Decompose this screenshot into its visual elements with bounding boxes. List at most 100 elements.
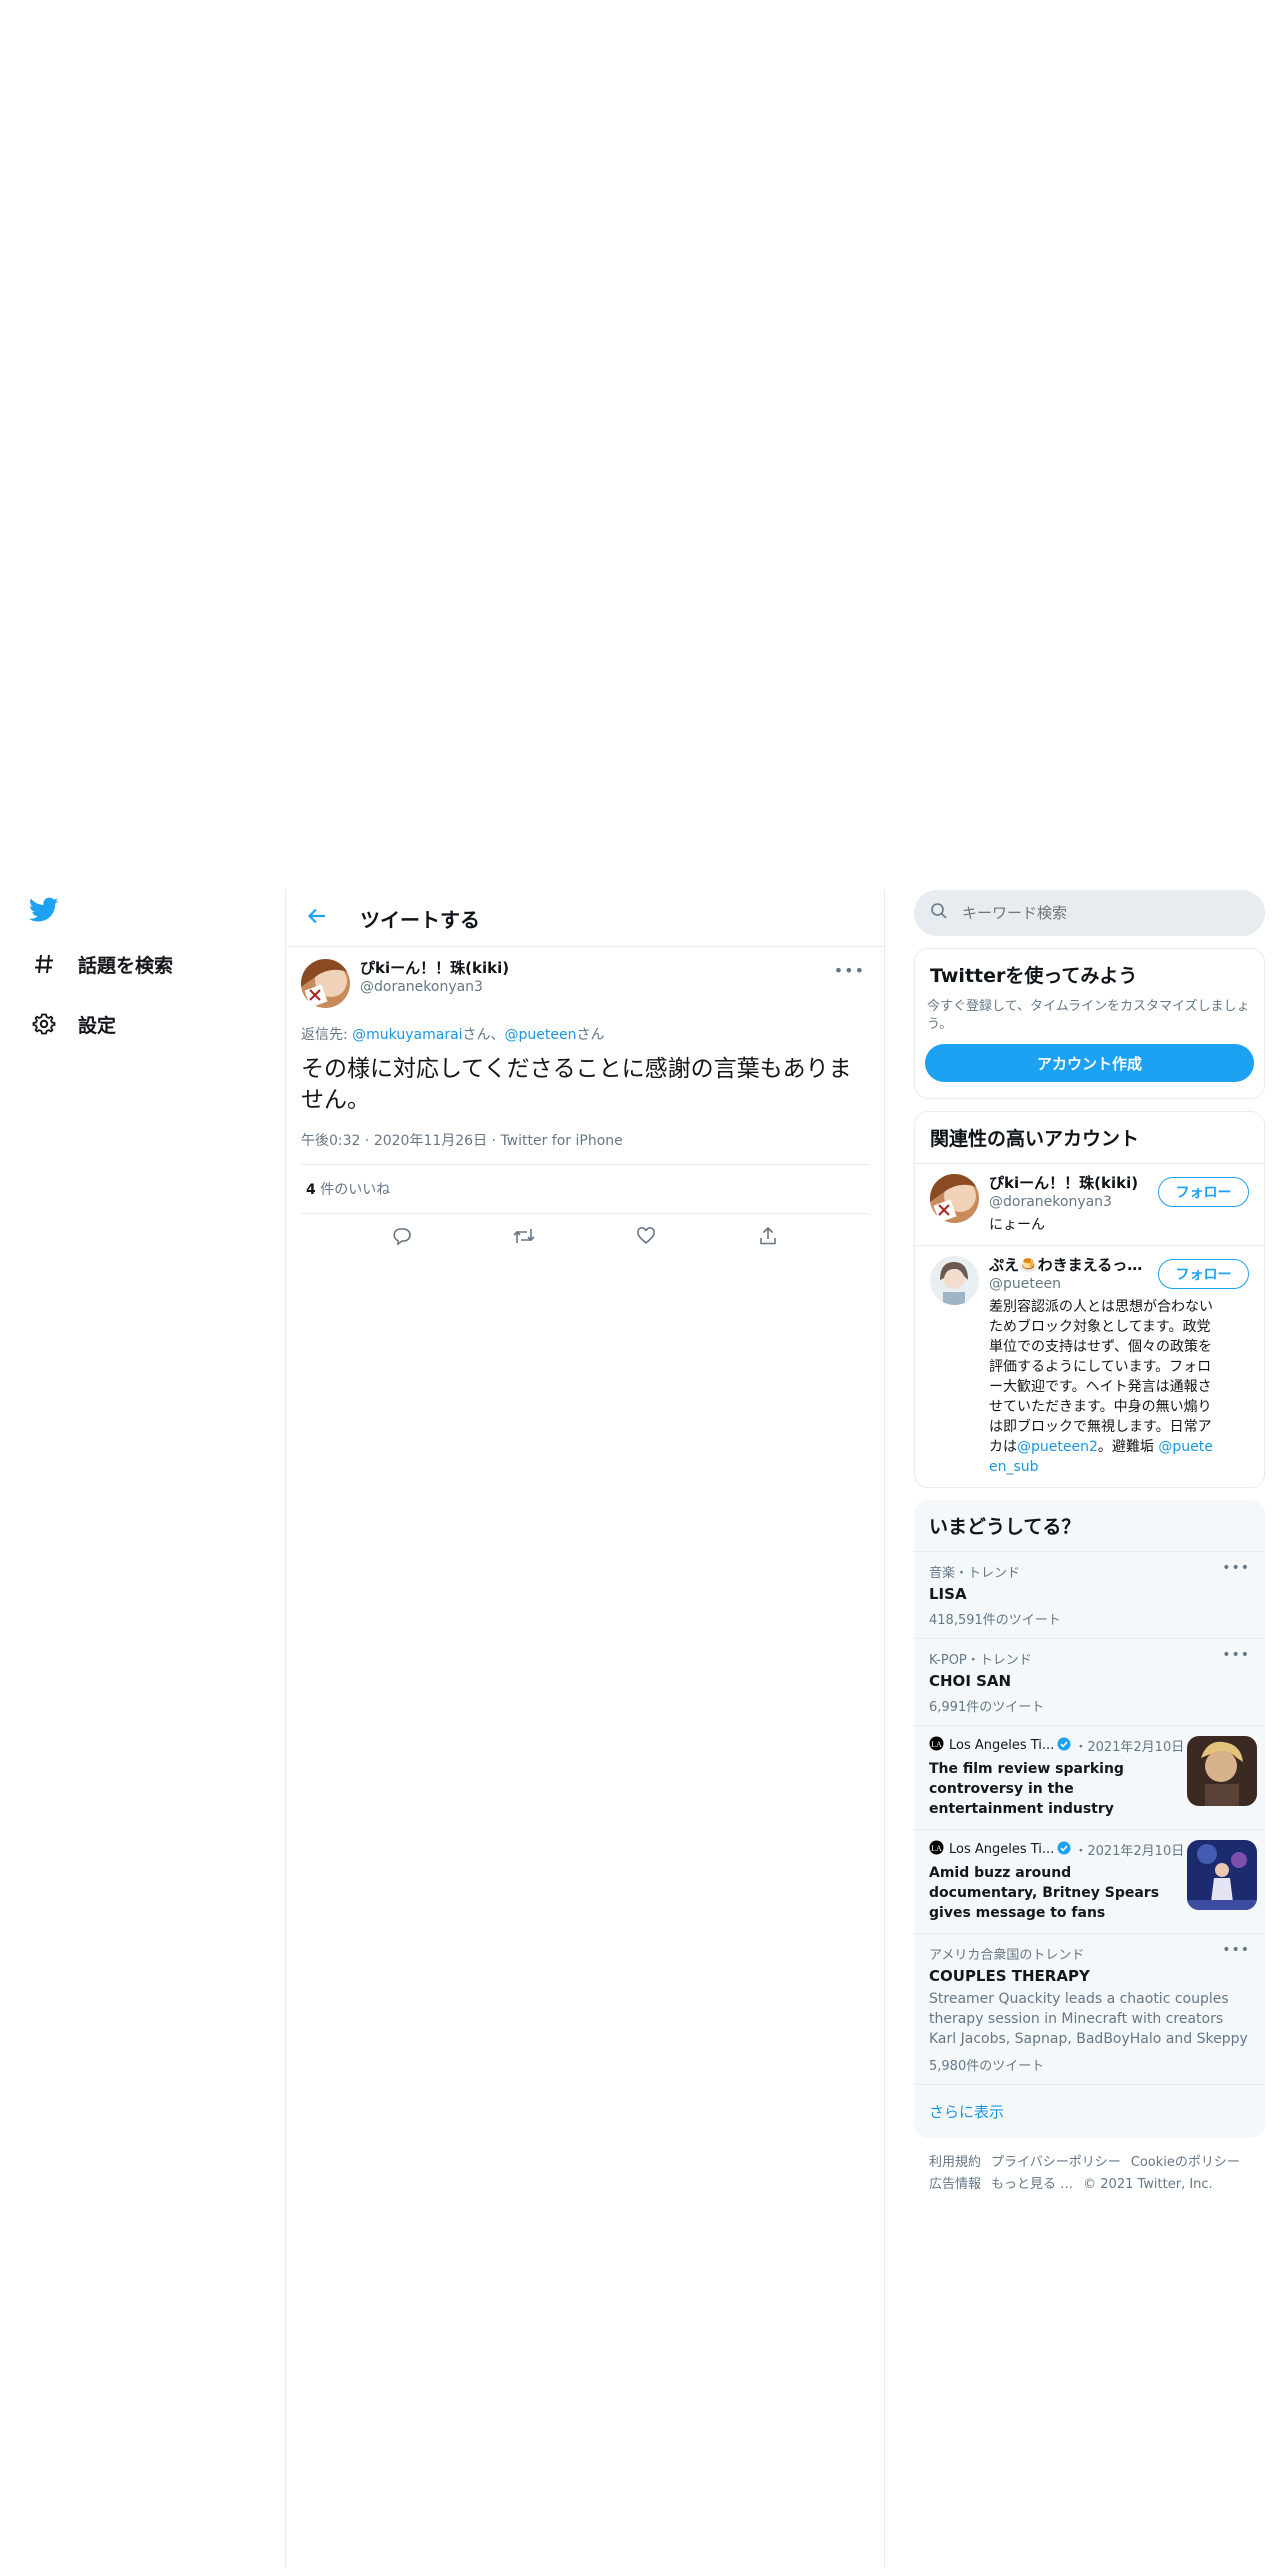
news-item[interactable]: LA Los Angeles Ti... ・2021年2月10日 The fil… xyxy=(914,1725,1265,1829)
reply-user-link[interactable]: @pueteen xyxy=(505,1027,577,1043)
reply-separator: さん、 xyxy=(462,1027,505,1043)
trend-context: 音楽・トレンド xyxy=(929,1566,1021,1581)
footer-copyright: © 2021 Twitter, Inc. xyxy=(1083,2177,1213,2192)
nav-settings-label: 設定 xyxy=(78,1014,117,1037)
footer: 利用規約 プライバシーポリシー Cookieのポリシー 広告情報 もっと見る … © 2… xyxy=(914,2138,1265,2210)
footer-cookie[interactable]: Cookieのポリシー xyxy=(1131,2155,1240,2170)
la-times-logo-icon: LA xyxy=(929,1736,944,1755)
trend-context: K-POP・トレンド xyxy=(929,1653,1032,1668)
more-icon[interactable]: ••• xyxy=(834,961,865,980)
tweet-meta: 午後0:32 · 2020年11月26日 · Twitter for iPhon… xyxy=(301,1130,869,1165)
avatar[interactable] xyxy=(930,1174,979,1223)
twitter-bird-icon xyxy=(28,894,60,926)
avatar[interactable] xyxy=(301,959,350,1008)
trend-name: COUPLES THERAPY xyxy=(929,1967,1090,1985)
nav-settings[interactable]: 設定 xyxy=(28,1004,116,1044)
nav-explore[interactable]: 話題を検索 xyxy=(28,944,173,984)
bio-link[interactable]: @pueteen2 xyxy=(1017,1439,1098,1455)
create-account-button[interactable]: アカウント作成 xyxy=(925,1044,1254,1082)
account-item[interactable]: ぴkiーん！！珠(kiki) @doranekonyan3 にょーん フォロー xyxy=(915,1163,1264,1245)
follow-button[interactable]: フォロー xyxy=(1158,1177,1249,1207)
like-button[interactable] xyxy=(628,1220,664,1256)
trend-item[interactable]: 音楽・トレンド LISA 418,591件のツイート ••• xyxy=(914,1551,1265,1638)
reply-icon xyxy=(392,1226,412,1250)
footer-ads[interactable]: 広告情報 xyxy=(929,2177,981,2192)
trend-count: 5,980件のツイート xyxy=(929,2059,1045,2074)
account-bio: にょーん xyxy=(989,1217,1045,1233)
share-button[interactable] xyxy=(750,1220,786,1256)
trend-item[interactable]: K-POP・トレンド CHOI SAN 6,991件のツイート ••• xyxy=(914,1638,1265,1725)
tweet-date[interactable]: 2020年11月26日 xyxy=(374,1133,487,1149)
search-icon xyxy=(930,902,948,924)
verified-icon xyxy=(1057,1737,1071,1755)
retweet-button[interactable] xyxy=(506,1220,542,1256)
tweet: ぴkiーん！！珠(kiki) @doranekonyan3 ••• 返信先: @… xyxy=(286,959,884,1262)
reply-context: 返信先: @mukuyamaraiさん、@pueteenさん xyxy=(301,1024,869,1044)
news-thumbnail xyxy=(1187,1840,1257,1910)
related-title: 関連性の高いアカウント xyxy=(930,1128,1140,1150)
verified-icon xyxy=(1057,1841,1071,1859)
reply-user-link[interactable]: @mukuyamarai xyxy=(352,1027,462,1043)
search-input[interactable] xyxy=(962,904,1222,922)
likes-label: 件のいいね xyxy=(315,1182,391,1198)
likes-count[interactable]: 4 件のいいね xyxy=(301,1165,869,1214)
reply-suffix: さん xyxy=(576,1027,605,1043)
tweet-author[interactable]: ぴkiーん！！珠(kiki) @doranekonyan3 xyxy=(360,959,509,997)
trend-description: Streamer Quackity leads a chaotic couple… xyxy=(929,1991,1248,2047)
heart-icon xyxy=(636,1226,656,1250)
news-source: LA Los Angeles Ti... ・2021年2月10日 xyxy=(929,1736,1184,1755)
sidebar: Twitterを使ってみよう 今すぐ登録して、タイムラインをカスタマイズしましょ… xyxy=(914,890,1265,2210)
news-source-name: Los Angeles Ti... xyxy=(949,1842,1055,1857)
main-column: ツイートする ぴkiーん！！珠(kiki) @doranekonyan3 •••… xyxy=(285,890,885,2568)
signup-card: Twitterを使ってみよう 今すぐ登録して、タイムラインをカスタマイズしましょ… xyxy=(914,948,1265,1099)
news-item[interactable]: LA Los Angeles Ti... ・2021年2月10日 Amid bu… xyxy=(914,1829,1265,1933)
footer-privacy[interactable]: プライバシーポリシー xyxy=(991,2155,1121,2170)
footer-terms[interactable]: 利用規約 xyxy=(929,2155,981,2170)
trend-item[interactable]: アメリカ合衆国のトレンド COUPLES THERAPY Streamer Qu… xyxy=(914,1933,1265,2084)
more-icon[interactable]: ••• xyxy=(1222,1942,1250,1958)
avatar[interactable] xyxy=(930,1256,979,1305)
related-accounts-card: 関連性の高いアカウント ぴkiーん！！珠(kiki) @doranekonyan… xyxy=(914,1111,1265,1488)
news-thumbnail xyxy=(1187,1736,1257,1806)
search-box[interactable] xyxy=(914,890,1265,936)
retweet-icon xyxy=(513,1226,535,1250)
author-handle: @doranekonyan3 xyxy=(360,979,483,995)
reply-button[interactable] xyxy=(384,1220,420,1256)
share-icon xyxy=(758,1226,778,1250)
signup-description: 今すぐ登録して、タイムラインをカスタマイズしましょう。 xyxy=(927,999,1250,1032)
footer-more[interactable]: もっと見る … xyxy=(991,2177,1073,2192)
trend-count: 6,991件のツイート xyxy=(929,1700,1045,1715)
la-times-logo-icon: LA xyxy=(929,1840,944,1859)
page-header: ツイートする xyxy=(286,890,884,947)
author-name: ぴkiーん！！珠(kiki) xyxy=(360,959,510,977)
tweet-client[interactable]: Twitter for iPhone xyxy=(500,1133,622,1149)
tweet-header: ぴkiーん！！珠(kiki) @doranekonyan3 ••• xyxy=(301,959,869,1008)
likes-number: 4 xyxy=(306,1182,316,1198)
trends-card: いまどうしてる？ 音楽・トレンド LISA 418,591件のツイート ••• … xyxy=(914,1500,1265,2138)
nav-explore-label: 話題を検索 xyxy=(78,954,174,977)
show-more-link[interactable]: さらに表示 xyxy=(914,2084,1265,2138)
more-icon[interactable]: ••• xyxy=(1222,1560,1250,1576)
reply-prefix: 返信先: xyxy=(301,1027,353,1043)
trends-title: いまどうしてる？ xyxy=(929,1516,1081,1538)
news-date: ・2021年2月10日 xyxy=(1074,1740,1185,1755)
account-bio: 差別容認派の人とは思想が合わないためブロック対象としてます。政党単位での支持はせ… xyxy=(989,1297,1219,1477)
twitter-logo[interactable] xyxy=(28,890,60,930)
account-bio-text: 差別容認派の人とは思想が合わないためブロック対象としてます。政党単位での支持はせ… xyxy=(989,1299,1213,1455)
hashtag-icon xyxy=(28,948,60,980)
trend-count: 418,591件のツイート xyxy=(929,1613,1061,1628)
news-headline: The film review sparking controversy in … xyxy=(929,1761,1124,1817)
news-source: LA Los Angeles Ti... ・2021年2月10日 xyxy=(929,1840,1184,1859)
gear-icon xyxy=(28,1008,60,1040)
svg-text:LA: LA xyxy=(931,1740,942,1749)
tweet-time[interactable]: 午後0:32 xyxy=(301,1133,360,1149)
account-item[interactable]: ぷえ🍮わきまえるっ… @pueteen 差別容認派の人とは思想が合わないためブロ… xyxy=(915,1245,1264,1487)
news-source-name: Los Angeles Ti... xyxy=(949,1738,1055,1753)
trend-name: LISA xyxy=(929,1585,967,1603)
more-icon[interactable]: ••• xyxy=(1222,1647,1250,1663)
tweet-text: その様に対応してくださることに感謝の言葉もありません。 xyxy=(301,1056,852,1113)
back-button[interactable] xyxy=(300,901,334,935)
news-date: ・2021年2月10日 xyxy=(1074,1844,1185,1859)
follow-button[interactable]: フォロー xyxy=(1158,1259,1249,1289)
trend-name: CHOI SAN xyxy=(929,1672,1012,1690)
